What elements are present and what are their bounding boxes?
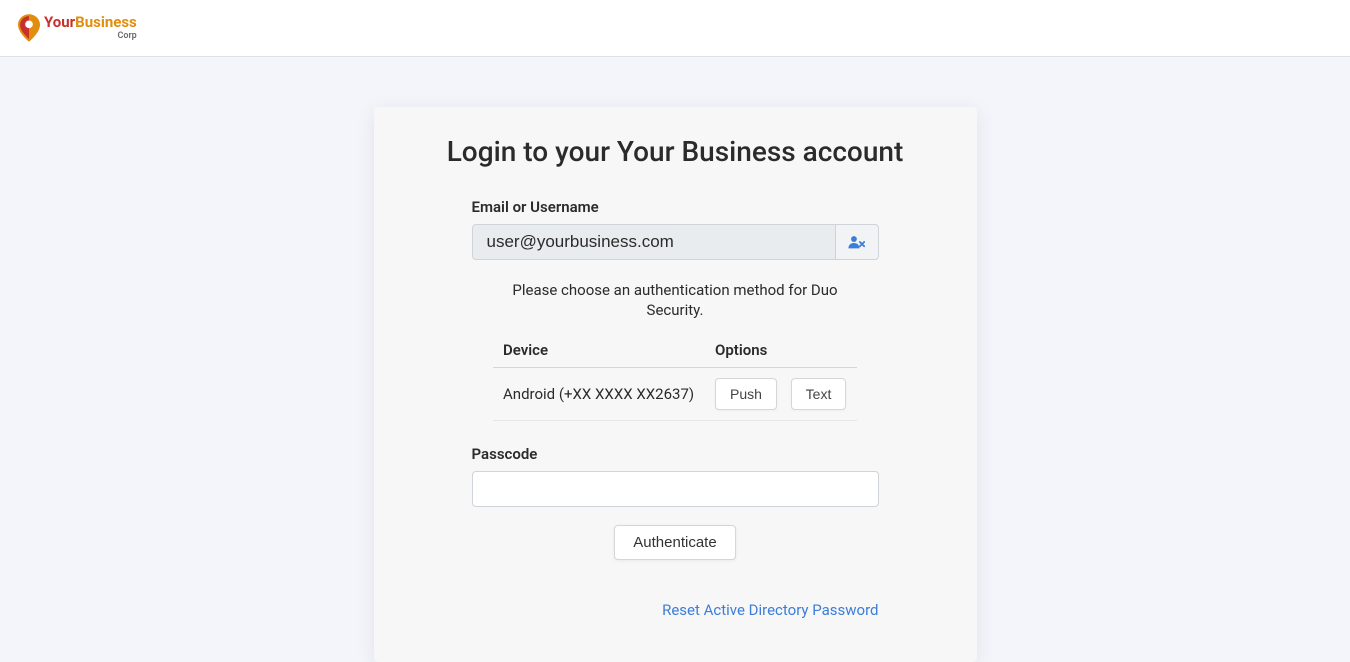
device-header: Device [493,333,705,368]
brand-name-part1: Your [44,13,75,31]
email-input-group [472,224,879,260]
text-button[interactable]: Text [791,378,847,410]
app-header: YourBusiness Corp [0,0,1350,57]
device-name: Android (+XX XXXX XX2637) [493,367,705,420]
auth-help-text: Please choose an authentication method f… [472,280,879,321]
user-remove-icon [848,235,865,249]
login-card: Login to your Your Business account Emai… [374,107,977,662]
device-row: Android (+XX XXXX XX2637) Push Text [493,367,857,420]
device-table: Device Options Android (+XX XXXX XX2637)… [493,333,857,421]
page-title: Login to your Your Business account [422,135,929,168]
options-header: Options [705,333,857,368]
authenticate-button[interactable]: Authenticate [614,525,735,560]
email-field[interactable] [472,224,835,260]
brand-sub: Corp [44,32,137,41]
email-label: Email or Username [472,198,879,216]
brand-logo: YourBusiness Corp [18,14,137,42]
brand-name-part2: Business [75,13,137,31]
passcode-field[interactable] [472,471,879,507]
passcode-label: Passcode [472,445,879,463]
reset-password-link[interactable]: Reset Active Directory Password [662,601,878,619]
clear-user-button[interactable] [835,224,879,260]
map-pin-icon [18,14,40,42]
login-form: Email or Username Please choose an authe… [422,198,929,619]
page-body: Login to your Your Business account Emai… [0,57,1350,662]
push-button[interactable]: Push [715,378,777,410]
